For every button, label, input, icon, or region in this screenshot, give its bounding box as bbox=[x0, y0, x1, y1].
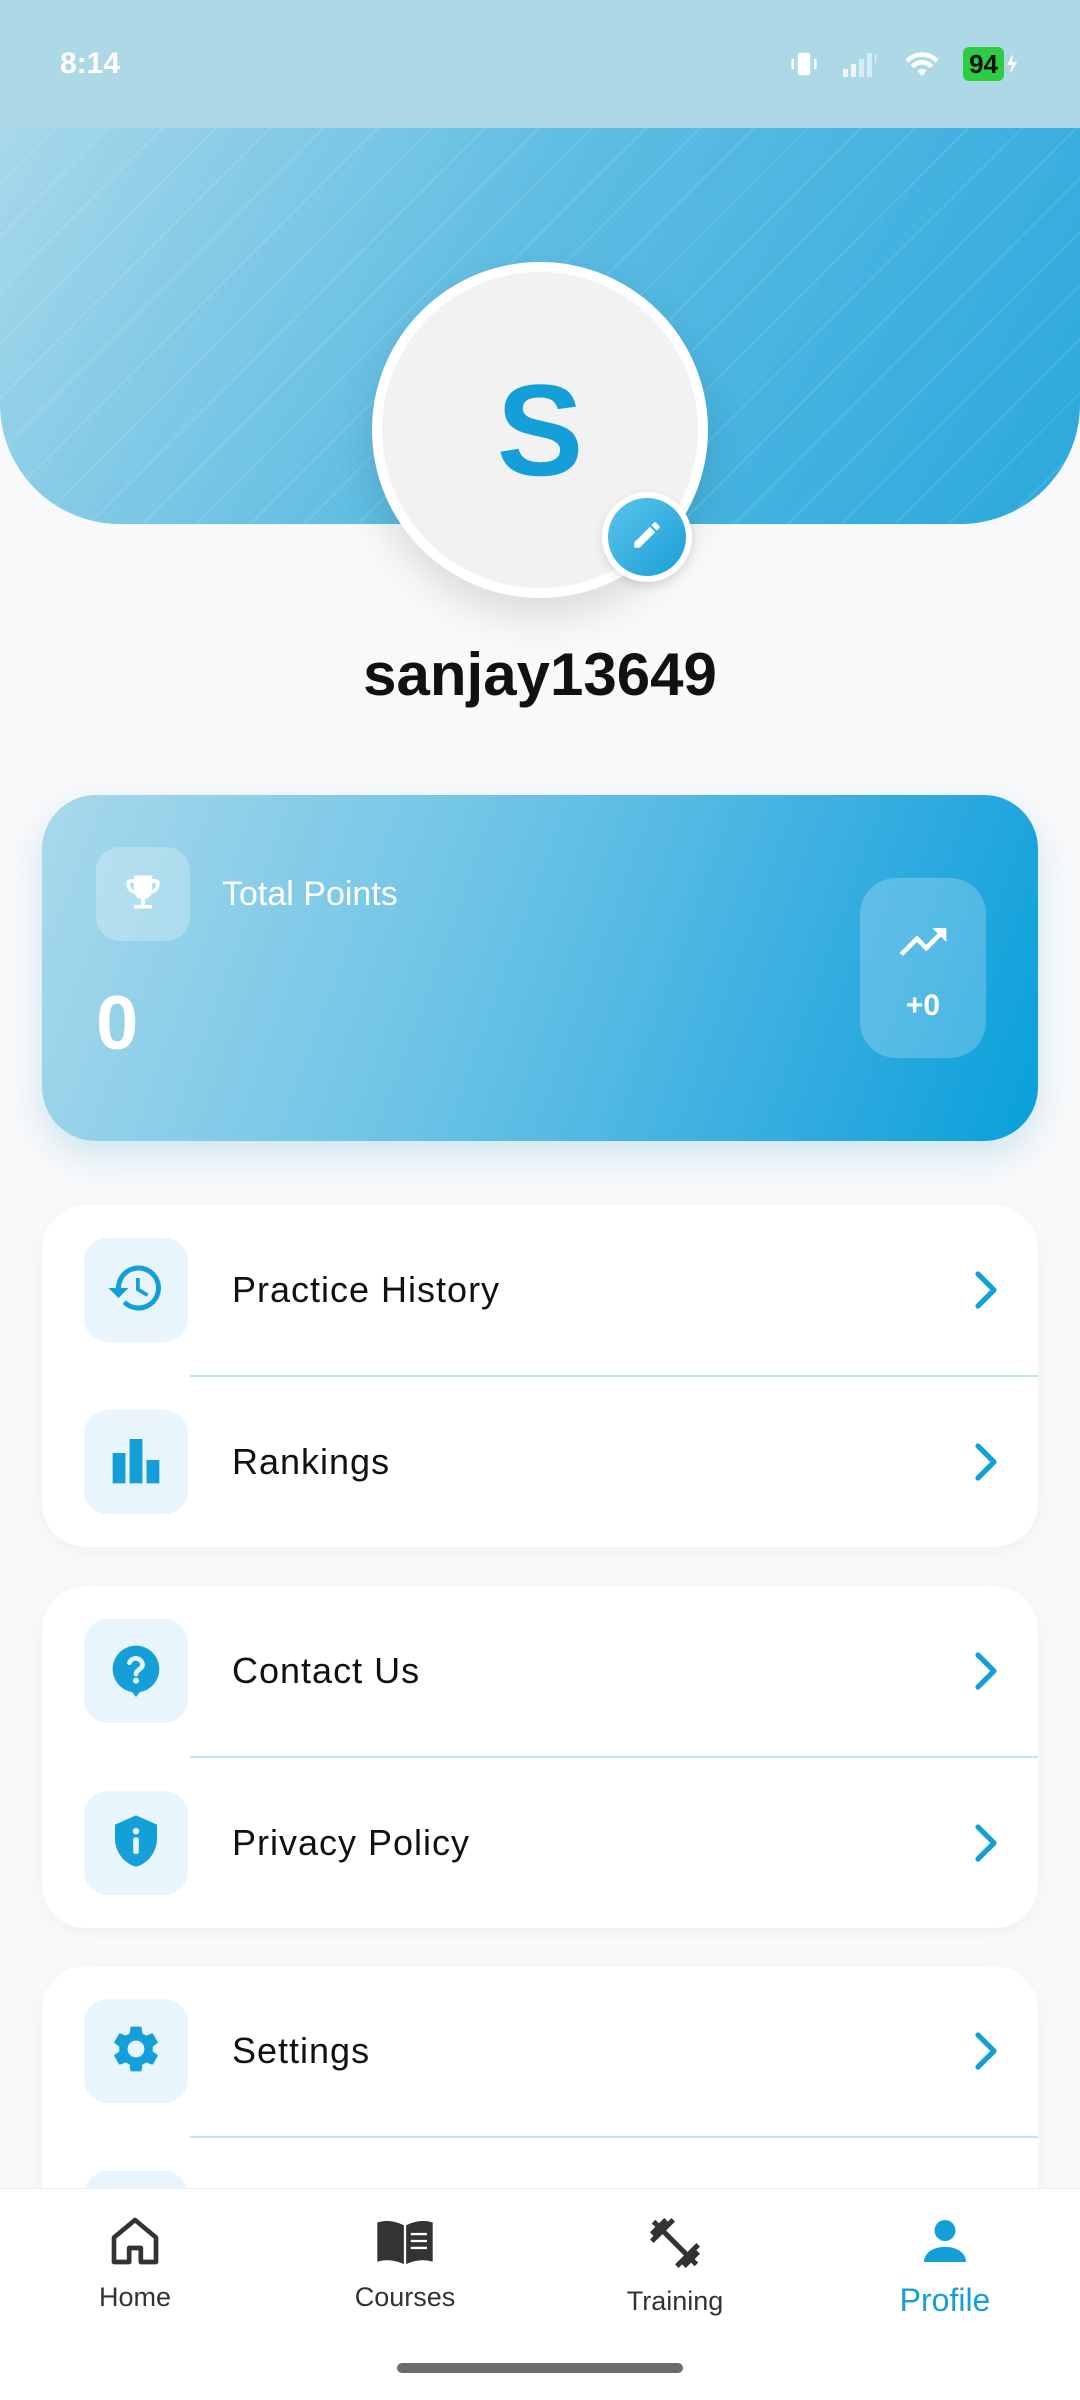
home-indicator bbox=[397, 2363, 683, 2373]
pencil-icon bbox=[630, 518, 664, 557]
signal-icon: ! bbox=[841, 49, 881, 79]
vibrate-icon bbox=[789, 49, 819, 79]
total-points-card: Total Points 0 +0 bbox=[42, 795, 1038, 1141]
nav-label: Training bbox=[626, 2286, 724, 2316]
trophy-icon-box bbox=[96, 847, 190, 941]
points-trend-value: +0 bbox=[905, 988, 941, 1022]
history-icon bbox=[106, 1258, 166, 1323]
status-icons: ! 94 bbox=[789, 47, 1020, 81]
nav-item-home[interactable]: Home bbox=[0, 2213, 270, 2333]
menu-item-contact-us[interactable]: Contact Us bbox=[42, 1586, 1038, 1756]
person-icon bbox=[917, 2213, 973, 2274]
nav-label: Home bbox=[98, 2282, 172, 2312]
edit-avatar-button[interactable] bbox=[602, 492, 692, 582]
chevron-right-icon bbox=[972, 2031, 1000, 2071]
gear-icon bbox=[108, 2021, 164, 2082]
nav-item-courses[interactable]: Courses bbox=[270, 2213, 540, 2333]
menu-item-label: Contact Us bbox=[232, 1650, 421, 1691]
points-trend-box: +0 bbox=[860, 878, 986, 1058]
menu-icon-box bbox=[84, 1410, 188, 1514]
svg-text:!: ! bbox=[874, 52, 877, 66]
menu-item-privacy-policy[interactable]: Privacy Policy bbox=[42, 1758, 1038, 1928]
wifi-icon bbox=[903, 49, 941, 79]
nav-label: Courses bbox=[354, 2282, 456, 2312]
menu-item-label: Practice History bbox=[232, 1269, 501, 1310]
menu-icon-box bbox=[84, 1619, 188, 1723]
help-icon bbox=[108, 1641, 164, 1702]
bar-chart-icon bbox=[108, 1432, 164, 1493]
book-icon bbox=[375, 2213, 435, 2274]
status-time: 8:14 bbox=[60, 47, 121, 80]
total-points-value: 0 bbox=[96, 981, 139, 1066]
menu-item-label: Settings bbox=[232, 2030, 371, 2071]
nav-label: Profile bbox=[899, 2282, 991, 2318]
menu-icon-box bbox=[84, 1999, 188, 2103]
chevron-right-icon bbox=[972, 1270, 1000, 1310]
menu-item-settings[interactable]: Settings bbox=[42, 1966, 1038, 2136]
username: sanjay13649 bbox=[363, 641, 717, 708]
chevron-right-icon bbox=[972, 1442, 1000, 1482]
menu-icon-box bbox=[84, 1791, 188, 1895]
nav-item-profile[interactable]: Profile bbox=[810, 2213, 1080, 2333]
menu-item-label: Rankings bbox=[232, 1441, 391, 1482]
battery-icon: 94 bbox=[963, 47, 1020, 81]
menu-item-label: Privacy Policy bbox=[232, 1822, 471, 1863]
charging-icon bbox=[1004, 52, 1020, 76]
menu-icon-box bbox=[84, 1238, 188, 1342]
chevron-right-icon bbox=[972, 1651, 1000, 1691]
menu-item-rankings[interactable]: Rankings bbox=[42, 1377, 1038, 1547]
menu-group-activity: Practice History Rankings bbox=[42, 1205, 1038, 1547]
battery-level: 94 bbox=[963, 47, 1004, 81]
dumbbell-icon bbox=[645, 2213, 705, 2278]
chevron-right-icon bbox=[972, 1823, 1000, 1863]
menu-group-support: Contact Us Privacy Policy bbox=[42, 1586, 1038, 1928]
total-points-label: Total Points bbox=[222, 875, 398, 913]
home-icon bbox=[107, 2213, 163, 2274]
nav-item-training[interactable]: Training bbox=[540, 2213, 810, 2333]
status-bar: 8:14 ! 94 bbox=[0, 0, 1080, 128]
trending-up-icon bbox=[895, 914, 951, 975]
menu-item-practice-history[interactable]: Practice History bbox=[42, 1205, 1038, 1375]
trophy-icon bbox=[121, 870, 165, 919]
shield-info-icon bbox=[108, 1813, 164, 1874]
